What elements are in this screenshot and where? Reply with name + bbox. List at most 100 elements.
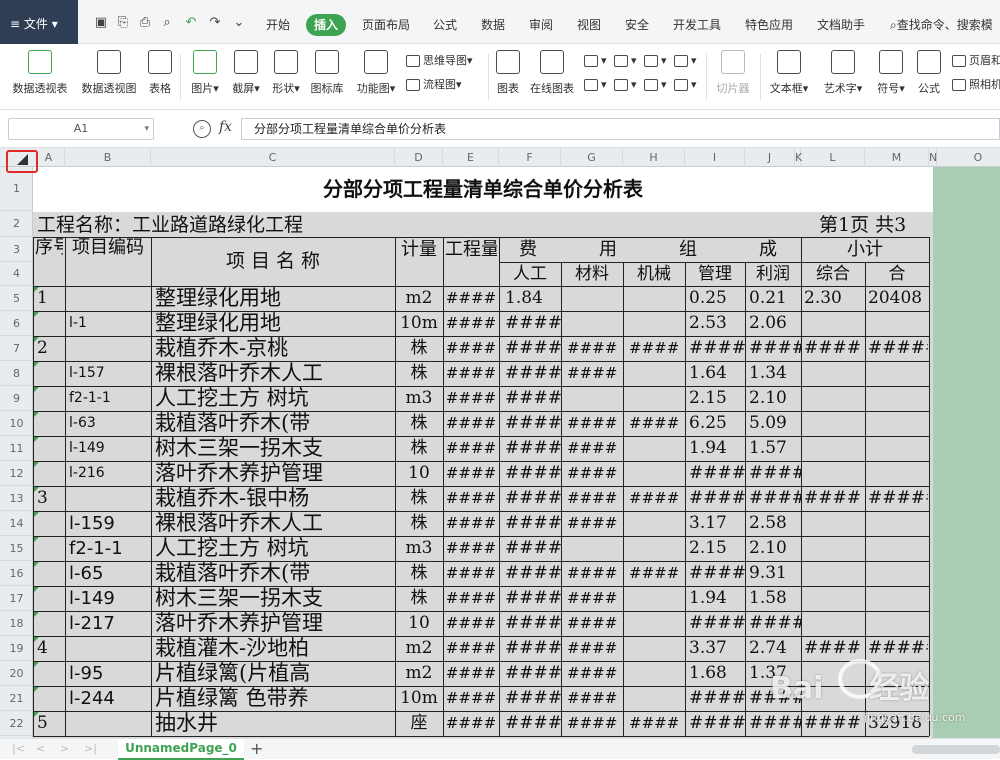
manage-cell[interactable]: ####	[689, 461, 745, 486]
header-composite[interactable]: 综合	[803, 262, 863, 286]
seq-cell[interactable]	[37, 461, 65, 486]
seq-cell[interactable]	[37, 561, 65, 586]
command-search[interactable]: ⌕查找命令、搜索模	[882, 14, 993, 36]
column-header[interactable]: I	[685, 148, 745, 167]
qty-cell[interactable]: ####	[445, 311, 497, 336]
manage-cell[interactable]: 2.15	[689, 386, 745, 411]
profit-cell[interactable]: ####	[749, 461, 801, 486]
preview-icon[interactable]: ⌕	[158, 14, 176, 32]
material-cell[interactable]	[567, 386, 625, 411]
online-chart-button[interactable]: 在线图表	[527, 50, 577, 104]
material-cell[interactable]	[567, 311, 625, 336]
column-header[interactable]: J	[745, 148, 795, 167]
profit-cell[interactable]: ####	[749, 711, 801, 736]
pivot-table-button[interactable]: 数据透视表	[10, 50, 70, 104]
formula-button[interactable]: 公式	[914, 50, 944, 104]
code-cell[interactable]	[69, 336, 151, 361]
line-chart-button[interactable]: ▾	[644, 52, 667, 70]
function-chart-button[interactable]: 功能图▾	[352, 50, 400, 104]
profit-cell[interactable]: 2.06	[749, 311, 801, 336]
total-cell[interactable]: 32918	[868, 711, 928, 736]
labor-cell[interactable]: ####	[505, 386, 563, 411]
name-cell[interactable]: 落叶乔木养护管理	[155, 611, 395, 636]
column-header[interactable]: O	[937, 148, 1000, 167]
row-header[interactable]: 19	[0, 636, 33, 661]
unit-cell[interactable]: 株	[397, 361, 441, 386]
chevron-down-icon[interactable]: ▾	[144, 119, 149, 139]
composite-cell[interactable]	[804, 511, 864, 536]
composite-cell[interactable]	[804, 361, 864, 386]
labor-cell[interactable]: 1.84	[505, 286, 563, 311]
material-cell[interactable]: ####	[567, 436, 625, 461]
header-profit[interactable]: 利润	[747, 262, 799, 286]
manage-cell[interactable]: ####	[689, 486, 745, 511]
column-header[interactable]: C	[151, 148, 395, 167]
qty-cell[interactable]: ####	[445, 336, 497, 361]
labor-cell[interactable]: ####	[505, 561, 563, 586]
total-cell[interactable]	[868, 361, 928, 386]
page-info[interactable]: 第1页 共3	[819, 213, 906, 237]
qty-cell[interactable]: ####	[445, 661, 497, 686]
material-cell[interactable]	[567, 286, 625, 311]
row-header[interactable]: 21	[0, 686, 33, 711]
material-cell[interactable]	[567, 536, 625, 561]
machine-cell[interactable]: ####	[629, 336, 687, 361]
labor-cell[interactable]: ####	[505, 611, 563, 636]
manage-cell[interactable]: ####	[689, 336, 745, 361]
undo-icon[interactable]: ↶	[182, 14, 200, 32]
name-cell[interactable]: 栽植乔木-银中杨	[155, 486, 395, 511]
labor-cell[interactable]: ####	[505, 636, 563, 661]
composite-cell[interactable]	[804, 386, 864, 411]
unit-cell[interactable]: 株	[397, 486, 441, 511]
composite-cell[interactable]	[804, 461, 864, 486]
seq-cell[interactable]	[37, 611, 65, 636]
row-header[interactable]: 9	[0, 386, 33, 411]
material-cell[interactable]: ####	[567, 486, 625, 511]
column-header[interactable]: L	[801, 148, 865, 167]
profit-cell[interactable]: 2.10	[749, 386, 801, 411]
machine-cell[interactable]	[629, 311, 687, 336]
tab-insert[interactable]: 插入	[306, 14, 347, 36]
tab-security[interactable]: 安全	[617, 14, 657, 36]
header-name[interactable]: 项 目 名 称	[153, 237, 393, 286]
header-machine[interactable]: 机械	[625, 262, 683, 286]
code-cell[interactable]: l-63	[69, 411, 151, 436]
sheet-title[interactable]: 分部分项工程量清单综合单价分析表	[33, 167, 933, 211]
material-cell[interactable]: ####	[567, 361, 625, 386]
export-icon[interactable]: ⎘	[114, 14, 132, 32]
next-sheet-icon[interactable]: >	[60, 742, 69, 755]
unit-cell[interactable]: 株	[397, 561, 441, 586]
manage-cell[interactable]: 1.94	[689, 436, 745, 461]
manage-cell[interactable]: 2.15	[689, 536, 745, 561]
profit-cell[interactable]: 1.34	[749, 361, 801, 386]
seq-cell[interactable]: 5	[37, 711, 65, 736]
labor-cell[interactable]: ####	[505, 411, 563, 436]
screenshot-button[interactable]: 截屏▾	[228, 50, 264, 104]
manage-cell[interactable]: 2.53	[689, 311, 745, 336]
seq-cell[interactable]: 3	[37, 486, 65, 511]
row-header[interactable]: 4	[0, 262, 33, 286]
row-header[interactable]: 5	[0, 286, 33, 311]
total-cell[interactable]: #####	[868, 486, 928, 511]
first-sheet-icon[interactable]: |<	[12, 742, 25, 755]
manage-cell[interactable]: ####	[689, 686, 745, 711]
manage-cell[interactable]: 1.68	[689, 661, 745, 686]
name-cell[interactable]: 落叶乔木养护管理	[155, 461, 395, 486]
material-cell[interactable]: ####	[567, 586, 625, 611]
labor-cell[interactable]: ####	[505, 711, 563, 736]
qty-cell[interactable]: ####	[445, 361, 497, 386]
manage-cell[interactable]: 3.37	[689, 636, 745, 661]
composite-cell[interactable]	[804, 586, 864, 611]
labor-cell[interactable]: ####	[505, 511, 563, 536]
horizontal-scrollbar[interactable]	[912, 745, 1000, 754]
unit-cell[interactable]: 10m	[397, 686, 441, 711]
labor-cell[interactable]: ####	[505, 486, 563, 511]
total-cell[interactable]	[868, 436, 928, 461]
column-header[interactable]: N	[929, 148, 937, 167]
code-cell[interactable]	[69, 636, 151, 661]
machine-cell[interactable]	[629, 386, 687, 411]
column-chart-button[interactable]: ▾	[584, 52, 607, 70]
machine-cell[interactable]	[629, 586, 687, 611]
labor-cell[interactable]: ####	[505, 361, 563, 386]
unit-cell[interactable]: 株	[397, 336, 441, 361]
